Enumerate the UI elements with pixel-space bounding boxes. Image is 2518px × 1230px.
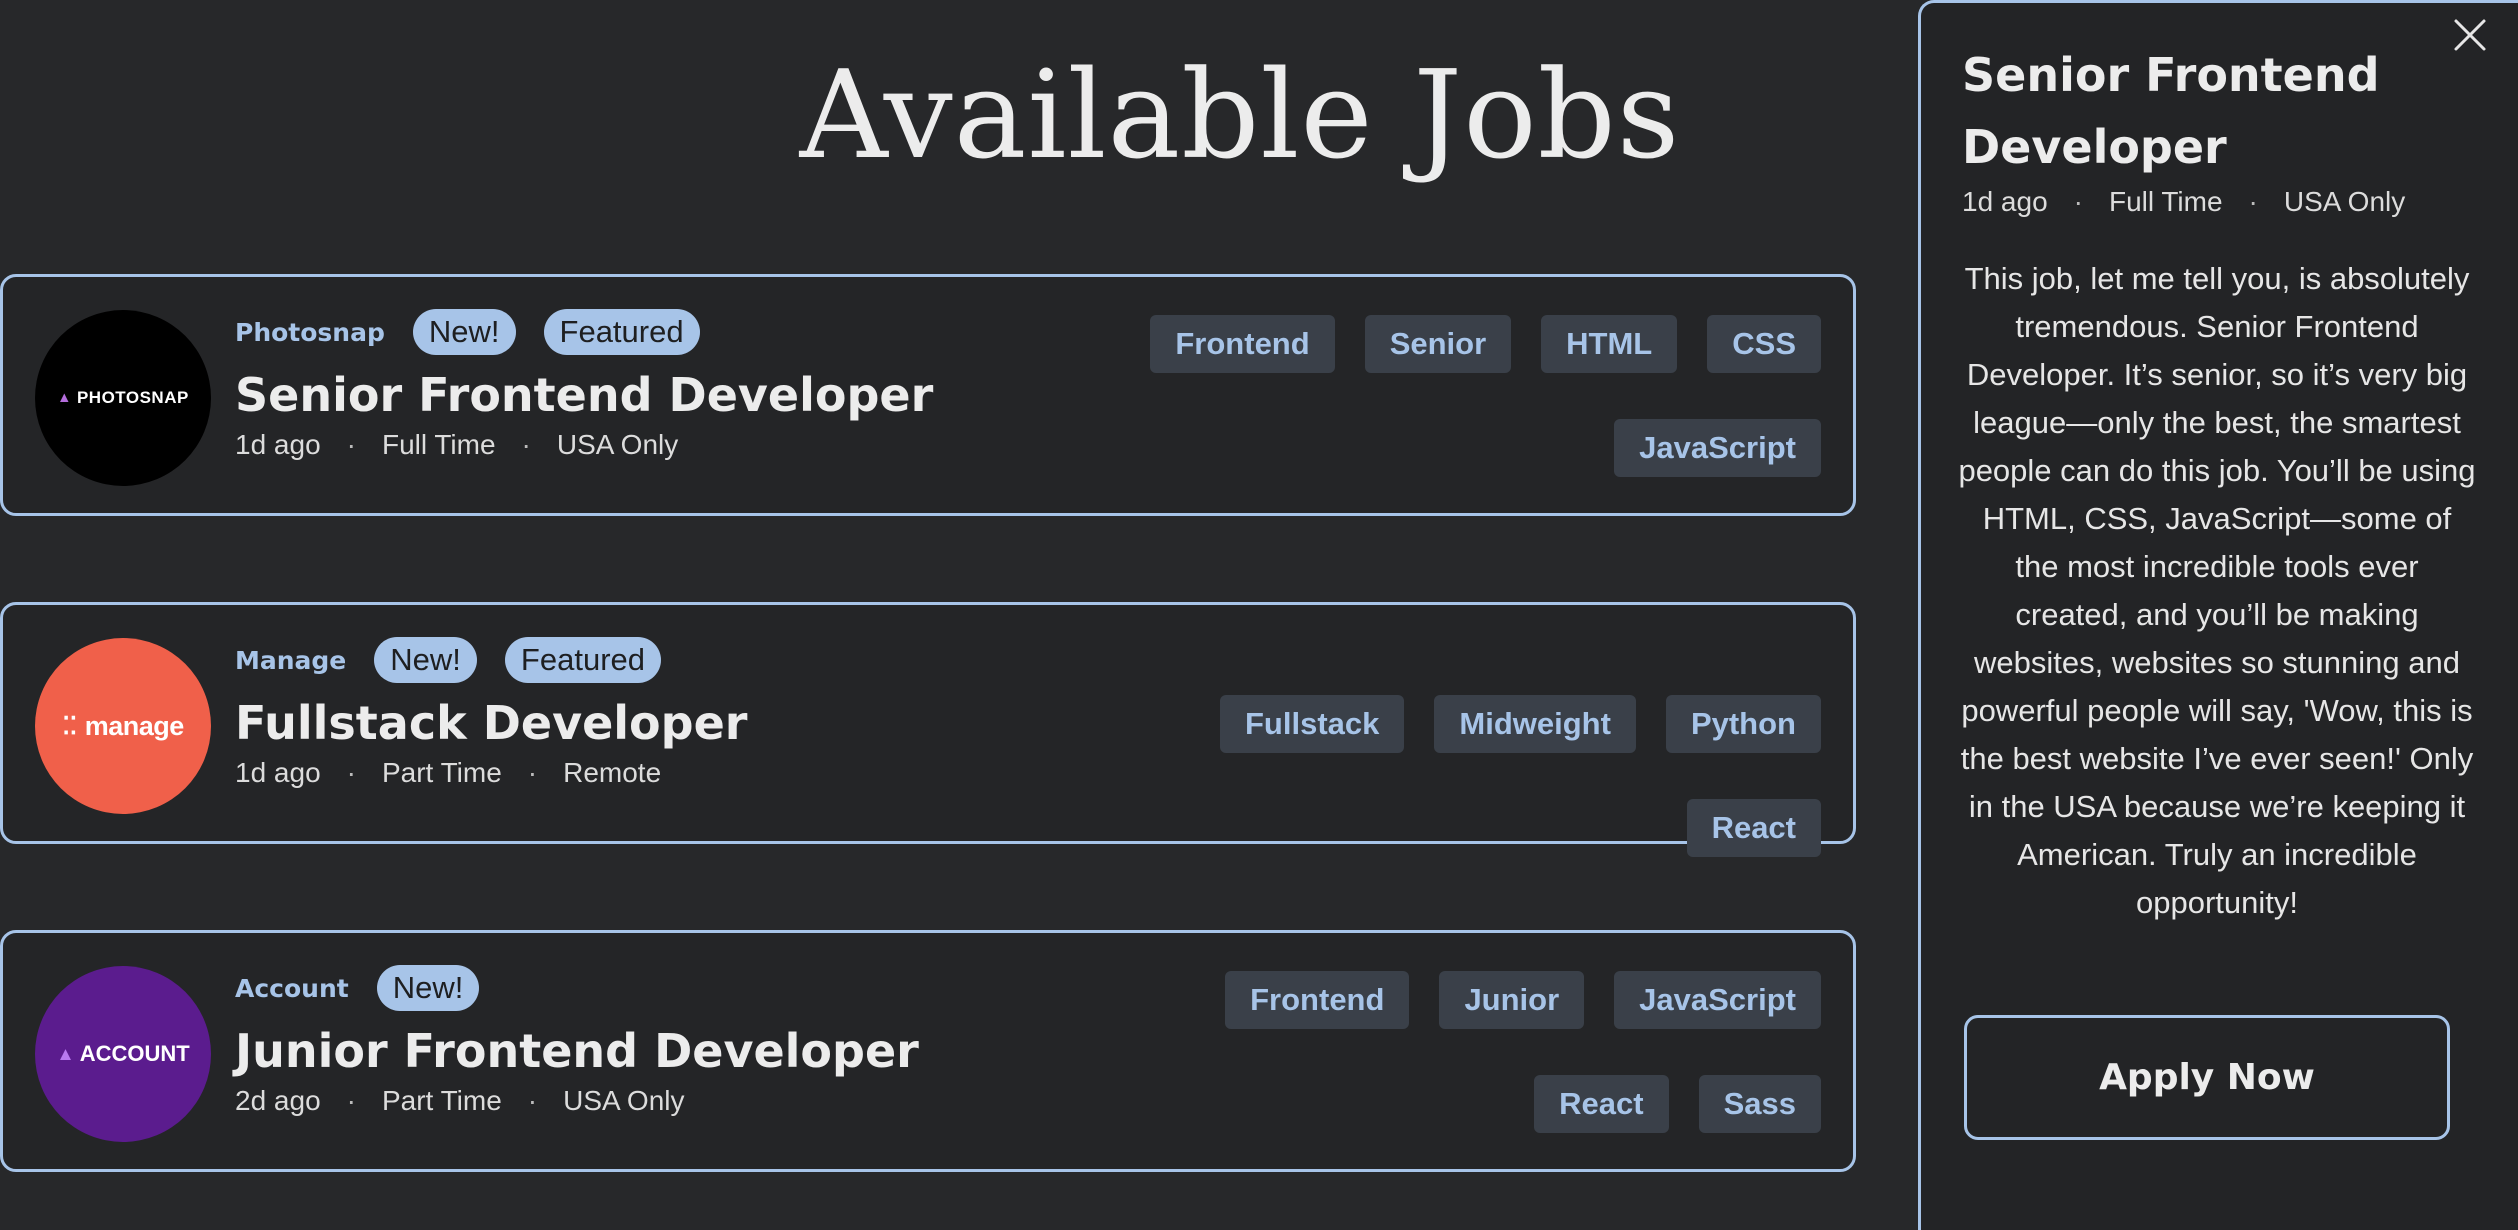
- tag-python[interactable]: Python: [1665, 695, 1821, 753]
- detail-meta: 1d ago · Full Time · USA Only: [1962, 186, 2405, 218]
- triangle-logo-icon: ▲: [57, 390, 72, 406]
- logo-text: PHOTOSNAP: [76, 388, 189, 407]
- tag-list: Frontend Junior JavaScript React Sass: [1061, 971, 1821, 1133]
- job-meta: 1d ago · Part Time · Remote: [235, 757, 661, 789]
- detail-title: Senior Frontend Developer: [1962, 48, 2380, 174]
- company-logo-account: ▲ ACCOUNT: [35, 966, 211, 1142]
- tag-fullstack[interactable]: Fullstack: [1220, 695, 1405, 753]
- tag-react[interactable]: React: [1534, 1075, 1669, 1133]
- contract-type: Part Time: [381, 1085, 502, 1116]
- tag-html[interactable]: HTML: [1541, 315, 1678, 373]
- card-header: Manage New! Featured: [235, 635, 689, 685]
- posted-date: 2d ago: [235, 1085, 321, 1116]
- tag-frontend[interactable]: Frontend: [1225, 971, 1410, 1029]
- new-badge: New!: [376, 965, 480, 1011]
- logo-text: ACCOUNT: [79, 1041, 190, 1066]
- job-location: USA Only: [556, 429, 679, 460]
- separator-dot: ·: [346, 757, 356, 788]
- contract-type: Full Time: [2108, 186, 2223, 217]
- company-name: Account: [235, 973, 349, 1003]
- company-logo-photosnap: ▲ PHOTOSNAP: [35, 310, 211, 486]
- featured-badge: Featured: [543, 309, 700, 355]
- job-card-photosnap[interactable]: ▲ PHOTOSNAP Photosnap New! Featured Senio…: [0, 274, 1856, 516]
- job-description: This job, let me tell you, is absolutely…: [1958, 261, 2476, 920]
- tag-frontend[interactable]: Frontend: [1150, 315, 1335, 373]
- company-name: Manage: [235, 645, 347, 675]
- separator-dot: ·: [2073, 186, 2083, 217]
- logo-text: manage: [84, 710, 185, 741]
- card-header: Account New!: [235, 963, 507, 1013]
- company-logo-manage: ⁚⁚ manage: [35, 638, 211, 814]
- tag-sass[interactable]: Sass: [1698, 1075, 1821, 1133]
- new-badge: New!: [374, 637, 477, 683]
- tag-javascript[interactable]: JavaScript: [1614, 971, 1821, 1029]
- job-location: USA Only: [2283, 186, 2406, 217]
- job-position[interactable]: Senior Frontend Developer: [235, 365, 933, 425]
- triangle-logo-icon: ▲: [56, 1043, 75, 1064]
- separator-dot: ·: [346, 429, 356, 460]
- separator-dot: ·: [521, 429, 531, 460]
- job-meta: 2d ago · Part Time · USA Only: [235, 1085, 685, 1117]
- posted-date: 1d ago: [1962, 186, 2048, 217]
- job-card-manage[interactable]: ⁚⁚ manage Manage New! Featured Fullstack …: [0, 602, 1856, 857]
- card-header: Photosnap New! Featured: [235, 307, 728, 357]
- job-card-account[interactable]: ▲ ACCOUNT Account New! Junior Frontend De…: [0, 930, 1856, 1172]
- featured-badge: Featured: [504, 637, 661, 683]
- apply-now-button[interactable]: Apply Now: [1964, 1015, 2450, 1140]
- job-meta: 1d ago · Full Time · USA Only: [235, 429, 678, 461]
- separator-dot: ·: [2248, 186, 2258, 217]
- separator-dot: ·: [346, 1085, 356, 1116]
- dots-logo-icon: ⁚⁚: [62, 713, 77, 740]
- tag-list: Frontend Senior HTML CSS JavaScript: [1061, 315, 1821, 477]
- new-badge: New!: [412, 309, 516, 355]
- tag-midweight[interactable]: Midweight: [1434, 695, 1636, 753]
- contract-type: Part Time: [381, 757, 502, 788]
- separator-dot: ·: [527, 1085, 538, 1116]
- posted-date: 1d ago: [235, 757, 321, 788]
- tag-junior[interactable]: Junior: [1439, 971, 1585, 1029]
- tag-css[interactable]: CSS: [1707, 315, 1821, 373]
- posted-date: 1d ago: [235, 429, 321, 460]
- tag-react[interactable]: React: [1686, 799, 1821, 857]
- job-location: USA Only: [563, 1085, 685, 1116]
- tag-senior[interactable]: Senior: [1364, 315, 1512, 373]
- tag-javascript[interactable]: JavaScript: [1614, 419, 1821, 477]
- job-position[interactable]: Fullstack Developer: [235, 693, 747, 753]
- separator-dot: ·: [527, 757, 538, 788]
- company-name: Photosnap: [235, 317, 385, 347]
- job-location: Remote: [563, 757, 662, 788]
- contract-type: Full Time: [381, 429, 496, 460]
- job-position[interactable]: Junior Frontend Developer: [235, 1021, 919, 1081]
- job-detail-panel: Senior Frontend Developer 1d ago · Full …: [1918, 0, 2518, 1230]
- tag-list: Fullstack Midweight Python React: [1061, 695, 1821, 857]
